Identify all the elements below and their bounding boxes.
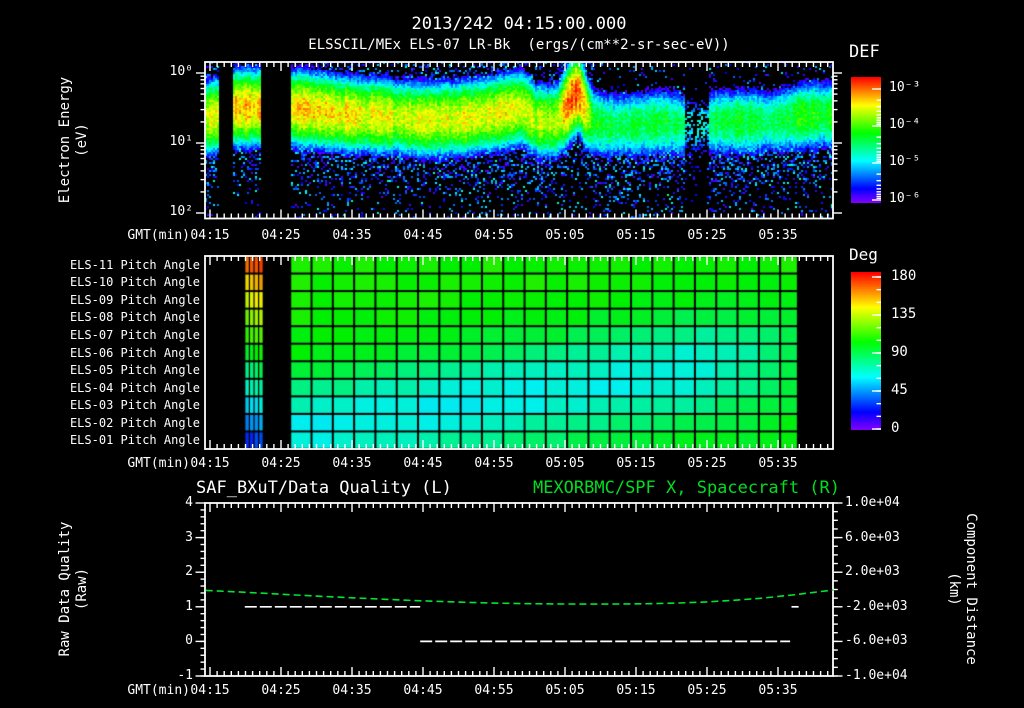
component-distance-axis-label-line1: Component Distance [963, 513, 979, 665]
pitch-row-label: ELS-02 Pitch Angle [69, 415, 200, 430]
energy-tick-label: 10² [169, 204, 193, 219]
time-tick-label: 05:15 [616, 683, 656, 698]
time-tick-label: 04:35 [332, 228, 372, 243]
energy-tick-label: 10⁰ [169, 64, 193, 79]
electron-energy-axis-label: Electron Energy (eV) [57, 50, 91, 230]
quality-tick-label: 2 [185, 564, 193, 580]
gmt-axis-label: GMT(min) [127, 456, 190, 471]
time-tick-label: 05:25 [687, 456, 727, 471]
distance-tick-label: -1.0e+04 [845, 668, 908, 683]
time-tick-label: 04:25 [261, 456, 301, 471]
def-scale-label: 10⁻³ [889, 80, 921, 95]
electron-energy-axis-label-line2: (eV) [74, 123, 90, 157]
deg-scale-label: 90 [891, 344, 908, 360]
def-scale-label: 10⁻⁶ [889, 191, 921, 206]
time-tick-label: 05:15 [616, 228, 656, 243]
time-tick-label: 05:25 [687, 683, 727, 698]
quality-series-title: SAF_BXuT/Data Quality (L) [196, 478, 452, 498]
time-tick-label: 05:15 [616, 456, 656, 471]
quality-tick-label: 1 [185, 598, 193, 614]
time-tick-label: 04:45 [403, 228, 443, 243]
pitch-row-label: ELS-06 Pitch Angle [69, 345, 200, 360]
pitch-angle-heatmap [205, 256, 833, 449]
els-spectrogram-screen: 2013/242 04:15:00.000 ELSSCIL/MEx ELS-07… [0, 0, 1024, 708]
raw-data-quality-axis-label-line2: (Raw) [74, 567, 90, 611]
deg-colorbar [851, 272, 881, 430]
time-tick-label: 04:45 [403, 456, 443, 471]
time-tick-label: 04:45 [403, 683, 443, 698]
pitch-row-label: ELS-04 Pitch Angle [69, 380, 200, 395]
time-tick-label: 05:05 [545, 683, 585, 698]
distance-tick-label: -6.0e+03 [845, 633, 908, 649]
page-title: 2013/242 04:15:00.000 [411, 14, 627, 34]
component-distance-axis-label: Component Distance (km) [945, 494, 979, 684]
time-tick-label: 04:55 [474, 683, 514, 698]
distance-tick-label: 6.0e+03 [845, 529, 900, 545]
gmt-axis-label: GMT(min) [127, 683, 190, 698]
distance-tick-label: 1.0e+04 [845, 495, 900, 510]
energy-tick-label: 10¹ [169, 134, 193, 149]
time-tick-label: 05:35 [758, 228, 798, 243]
quality-tick-label: 4 [185, 495, 193, 510]
distance-series-title: MEXORBMC/SPF X, Spacecraft (R) [532, 478, 840, 498]
deg-colorbar-title: Deg [849, 245, 878, 264]
component-distance-axis-label-line2: (km) [946, 572, 962, 606]
def-colorbar [851, 77, 881, 203]
time-tick-label: 05:25 [687, 228, 727, 243]
pitch-row-label: ELS-09 Pitch Angle [69, 292, 200, 307]
time-tick-label: 04:25 [261, 228, 301, 243]
deg-scale-label: 45 [891, 382, 908, 398]
gmt-axis-label: GMT(min) [127, 228, 190, 243]
deg-scale-label: 135 [891, 306, 917, 322]
time-tick-label: 04:35 [332, 683, 372, 698]
time-tick-label: 04:55 [474, 456, 514, 471]
quality-tick-label: 3 [185, 529, 193, 545]
pitch-row-label: ELS-01 Pitch Angle [69, 433, 200, 448]
quality-tick-label: 0 [185, 633, 193, 649]
time-tick-label: 05:05 [545, 456, 585, 471]
def-scale-label: 10⁻⁵ [889, 154, 921, 169]
distance-tick-label: 2.0e+03 [845, 564, 900, 580]
quality-tick-label: -1 [177, 668, 193, 683]
deg-scale-label: 0 [891, 420, 900, 436]
pitch-row-label: ELS-10 Pitch Angle [69, 275, 200, 290]
pitch-row-label: ELS-07 Pitch Angle [69, 328, 200, 342]
pitch-row-label: ELS-08 Pitch Angle [69, 310, 200, 325]
distance-tick-label: -2.0e+03 [845, 598, 908, 614]
raw-data-quality-axis-label: Raw Data Quality (Raw) [57, 499, 91, 679]
time-tick-label: 05:05 [545, 228, 585, 243]
time-tick-label: 04:35 [332, 456, 372, 471]
electron-energy-axis-label-line1: Electron Energy [57, 76, 73, 204]
electron-energy-spectrogram [205, 62, 833, 219]
pitch-row-label: ELS-11 Pitch Angle [69, 257, 200, 272]
raw-data-quality-axis-label-line1: Raw Data Quality [57, 521, 73, 657]
time-tick-label: 04:25 [261, 683, 301, 698]
deg-scale-label: 180 [891, 268, 917, 284]
time-tick-label: 05:35 [758, 683, 798, 698]
time-tick-label: 04:55 [474, 228, 514, 243]
def-scale-label: 10⁻⁴ [889, 117, 921, 132]
def-colorbar-title: DEF [849, 42, 880, 62]
pitch-row-label: ELS-05 Pitch Angle [69, 363, 200, 377]
pitch-row-label: ELS-03 Pitch Angle [69, 398, 200, 413]
time-tick-label: 05:35 [758, 456, 798, 471]
